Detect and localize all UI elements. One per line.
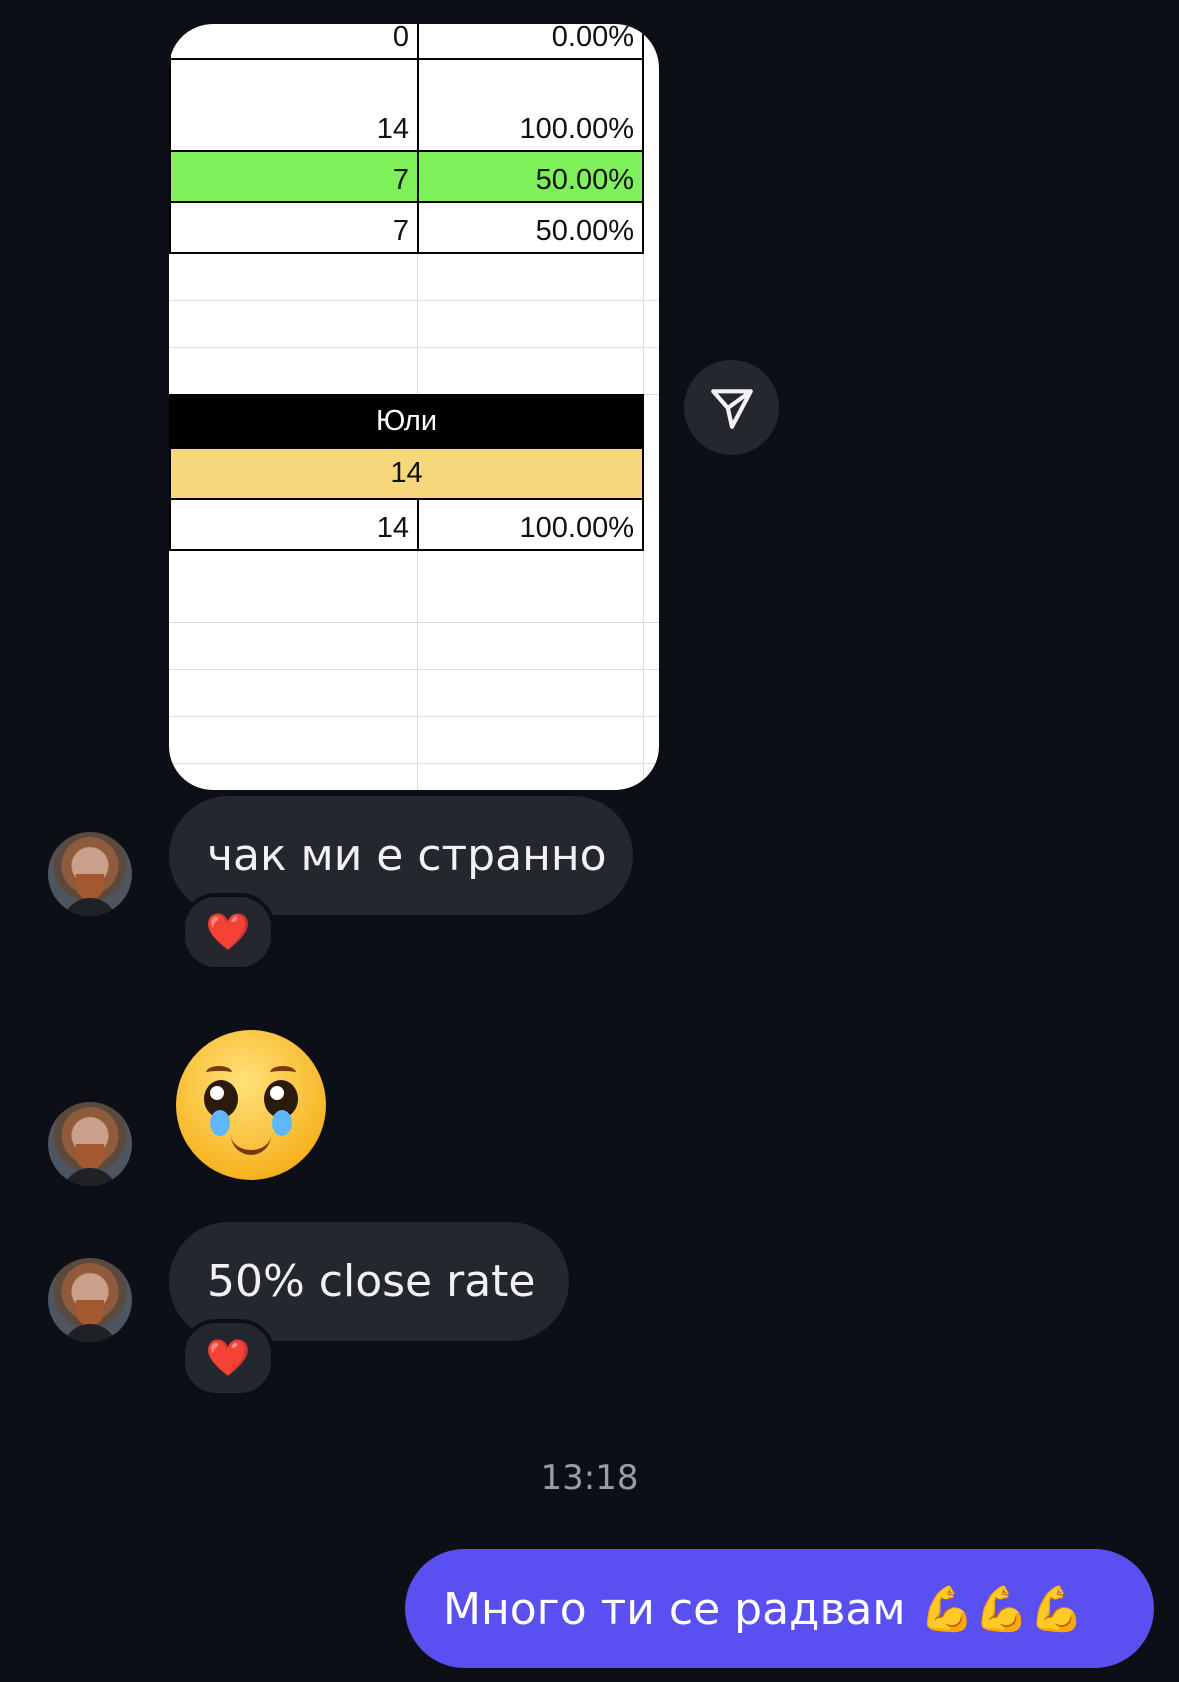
pleading-face-emoji-icon[interactable]	[176, 1030, 326, 1180]
heart-reaction[interactable]: ❤️	[181, 893, 275, 971]
sheet-cell-percent: 100.00%	[417, 58, 644, 152]
sheet-cell-count: 7	[169, 201, 419, 254]
grid-line	[169, 763, 659, 764]
sheet-cell-percent: 0.00%	[417, 24, 644, 60]
message-text: Много ти се радвам 💪💪💪	[443, 1583, 1084, 1635]
message-text: чак ми е странно	[207, 830, 607, 881]
timestamp: 13:18	[540, 1458, 639, 1498]
sheet-cell-percent: 50.00%	[417, 201, 644, 254]
share-send-icon	[710, 388, 753, 429]
heart-icon: ❤️	[205, 912, 251, 953]
outgoing-message-bubble[interactable]: Много ти се радвам 💪💪💪	[405, 1549, 1154, 1668]
grid-line	[169, 622, 659, 623]
share-button[interactable]	[684, 360, 779, 455]
contact-avatar[interactable]	[48, 832, 132, 916]
sheet-cell-count-highlighted: 7	[169, 150, 419, 203]
grid-line	[169, 669, 659, 670]
contact-avatar[interactable]	[48, 1102, 132, 1186]
sheet-cell-count: 0	[169, 24, 419, 60]
sheet-section-header: Юли	[169, 394, 644, 449]
sheet-cell-percent: 100.00%	[417, 498, 644, 551]
heart-reaction[interactable]: ❤️	[181, 1319, 275, 1397]
sheet-cell-count: 14	[169, 58, 419, 152]
shared-spreadsheet-image[interactable]: 0 0.00% 14 100.00% 7 50.00% 7 50.00% Юли…	[169, 24, 659, 790]
grid-line	[169, 347, 659, 348]
sheet-cell-percent-highlighted: 50.00%	[417, 150, 644, 203]
grid-line	[169, 300, 659, 301]
heart-icon: ❤️	[205, 1338, 251, 1379]
sheet-section-total: 14	[169, 447, 644, 500]
contact-avatar[interactable]	[48, 1258, 132, 1342]
sheet-cell-count: 14	[169, 498, 419, 551]
grid-line	[169, 716, 659, 717]
message-text: 50% close rate	[207, 1256, 536, 1307]
